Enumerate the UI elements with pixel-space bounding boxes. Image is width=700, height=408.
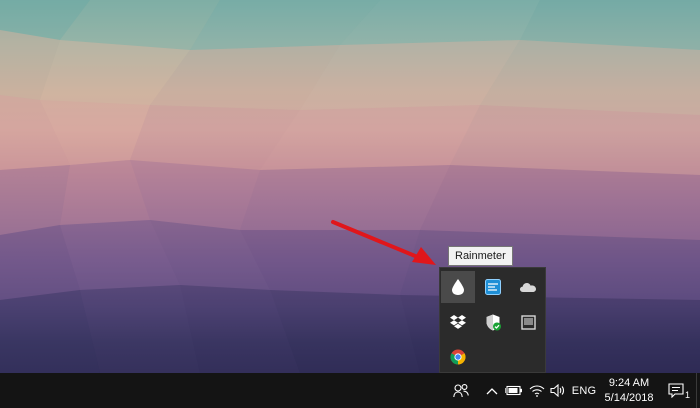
language-indicator[interactable]: ENG [570,373,598,408]
clock[interactable]: 9:24 AM 5/14/2018 [600,376,658,406]
language-label: ENG [571,384,597,397]
rainmeter-icon[interactable] [441,271,475,303]
windows-defender-icon[interactable] [476,306,510,338]
tool-app-icon[interactable] [476,271,510,303]
notification-count-badge: 1 [685,390,691,400]
polygon-wallpaper-pattern [0,0,700,373]
clock-time: 9:24 AM [608,377,650,389]
onedrive-icon[interactable] [511,271,545,303]
dropbox-icon[interactable] [441,306,475,338]
chrome-icon[interactable] [441,341,475,373]
taskbar: ENG 9:24 AM 5/14/2018 [0,373,700,408]
clock-date: 5/14/2018 [604,392,654,404]
volume-icon[interactable] [548,373,568,408]
battery-icon[interactable] [503,373,525,408]
tablet-icon[interactable] [511,306,545,338]
show-desktop-button[interactable] [696,373,700,408]
chevron-up-icon[interactable] [484,373,500,408]
people-icon[interactable] [450,373,472,408]
tray-overflow-panel [439,267,546,373]
desktop-wallpaper [0,0,700,373]
tooltip: Rainmeter [448,246,513,266]
wifi-icon[interactable] [527,373,547,408]
